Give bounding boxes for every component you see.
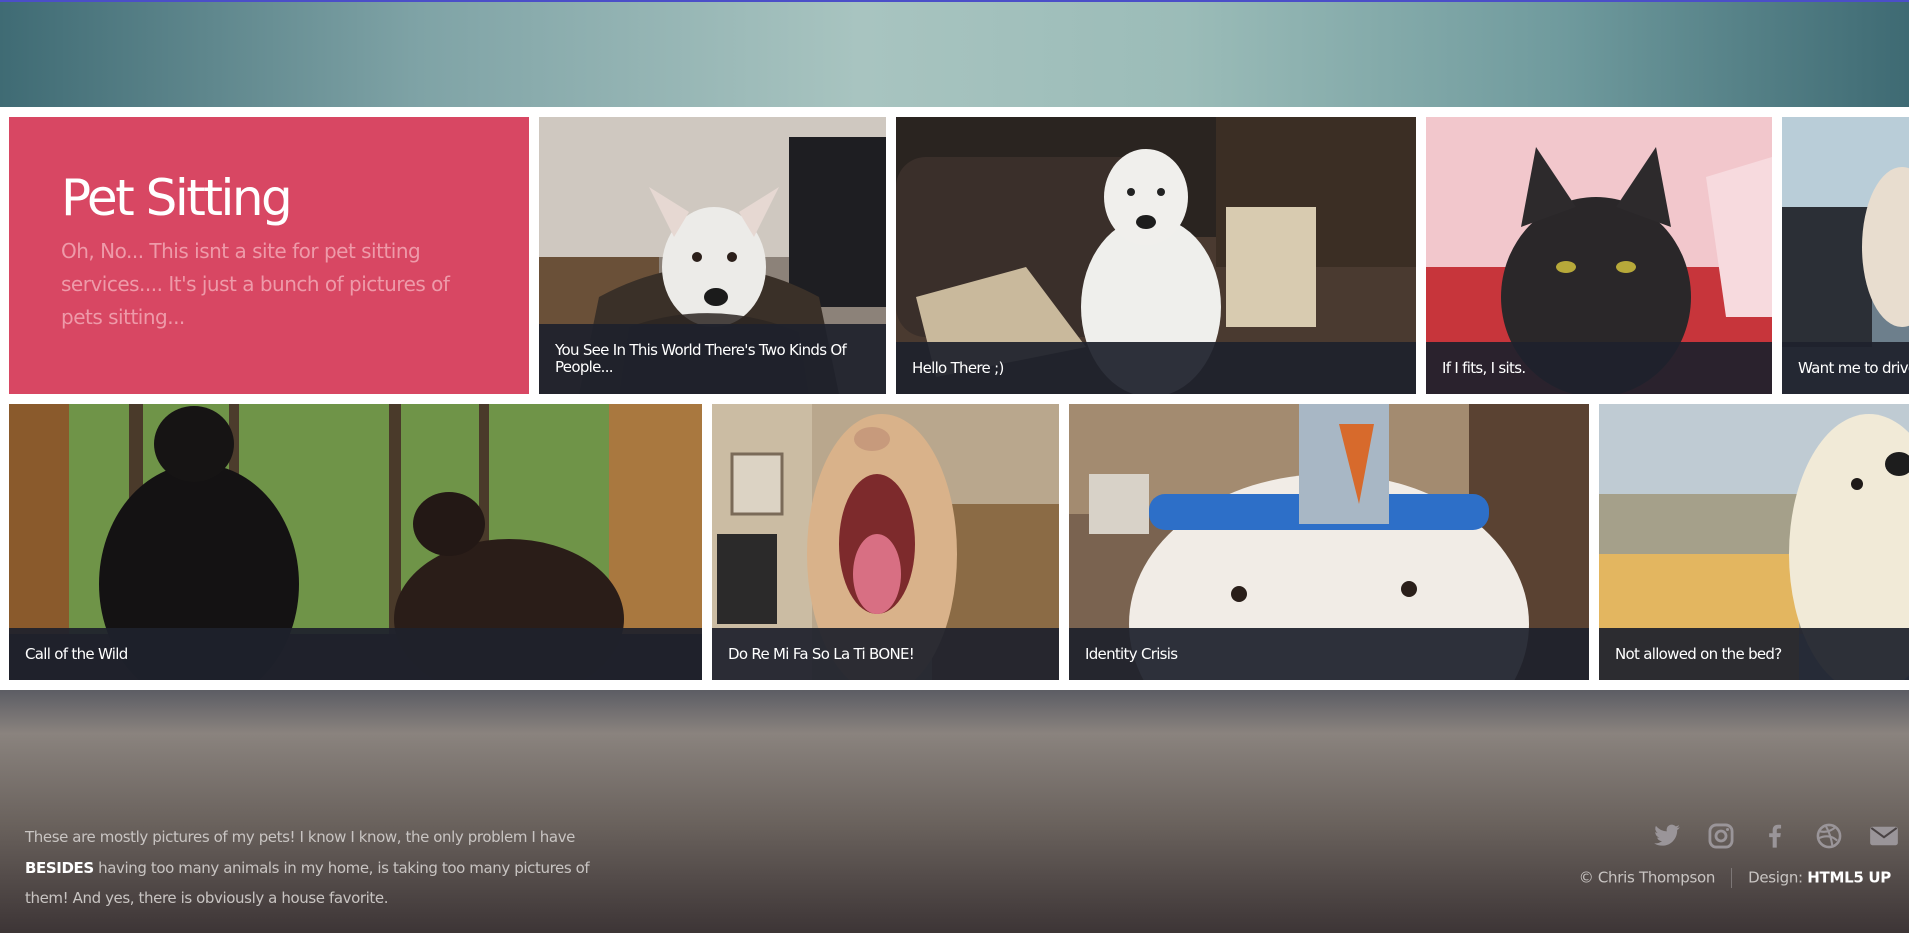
intro-title: Pet Sitting <box>61 169 293 227</box>
instagram-icon[interactable] <box>1707 822 1735 850</box>
intro-panel: Pet Sitting Oh, No... This isnt a site f… <box>9 117 529 394</box>
gallery-caption: Hello There ;) <box>896 342 1416 394</box>
social-links <box>1649 822 1909 852</box>
gallery-item[interactable]: Hello There ;) <box>896 117 1416 394</box>
gallery-caption: Not allowed on the bed? <box>1599 628 1909 680</box>
gallery-item[interactable]: Identity Crisis <box>1069 404 1589 680</box>
footer-divider <box>1731 868 1733 888</box>
gallery-item[interactable]: Call of the Wild <box>9 404 702 680</box>
gallery-item[interactable]: Not allowed on the bed? <box>1599 404 1909 680</box>
about-text-part1: These are mostly pictures of my pets! I … <box>25 828 575 846</box>
design-label: Design: <box>1748 868 1808 887</box>
gallery-item[interactable]: You See In This World There's Two Kinds … <box>539 117 886 394</box>
gallery-caption: If I fits, I sits. <box>1426 342 1772 394</box>
copyright-text: © Chris Thompson <box>1578 868 1716 887</box>
facebook-icon[interactable] <box>1761 822 1789 850</box>
about-text-bold: BESIDES <box>25 858 94 877</box>
gallery-item[interactable]: Do Re Mi Fa So La Ti BONE! <box>712 404 1059 680</box>
gallery-caption: Do Re Mi Fa So La Ti BONE! <box>712 628 1059 680</box>
gallery-item[interactable]: Want me to drive <box>1782 117 1909 394</box>
gallery-caption: You See In This World There's Two Kinds … <box>539 324 886 394</box>
design-credit-link[interactable]: HTML5 UP <box>1807 869 1891 887</box>
gallery-caption: Call of the Wild <box>9 628 702 680</box>
about-text-part2: having too many animals in my home, is t… <box>25 858 590 908</box>
footer-copyright: © Chris Thompson Design: HTML5 UP <box>1579 868 1891 888</box>
gallery-item[interactable]: If I fits, I sits. <box>1426 117 1772 394</box>
header-banner <box>0 2 1909 107</box>
twitter-icon[interactable] <box>1653 822 1681 850</box>
footer-about-text: These are mostly pictures of my pets! I … <box>25 822 615 914</box>
intro-description: Oh, No... This isnt a site for pet sitti… <box>61 239 450 329</box>
gallery-caption: Identity Crisis <box>1069 628 1589 680</box>
gallery-caption: Want me to drive <box>1782 342 1909 394</box>
dribbble-icon[interactable] <box>1815 822 1843 850</box>
email-icon[interactable] <box>1869 822 1898 850</box>
